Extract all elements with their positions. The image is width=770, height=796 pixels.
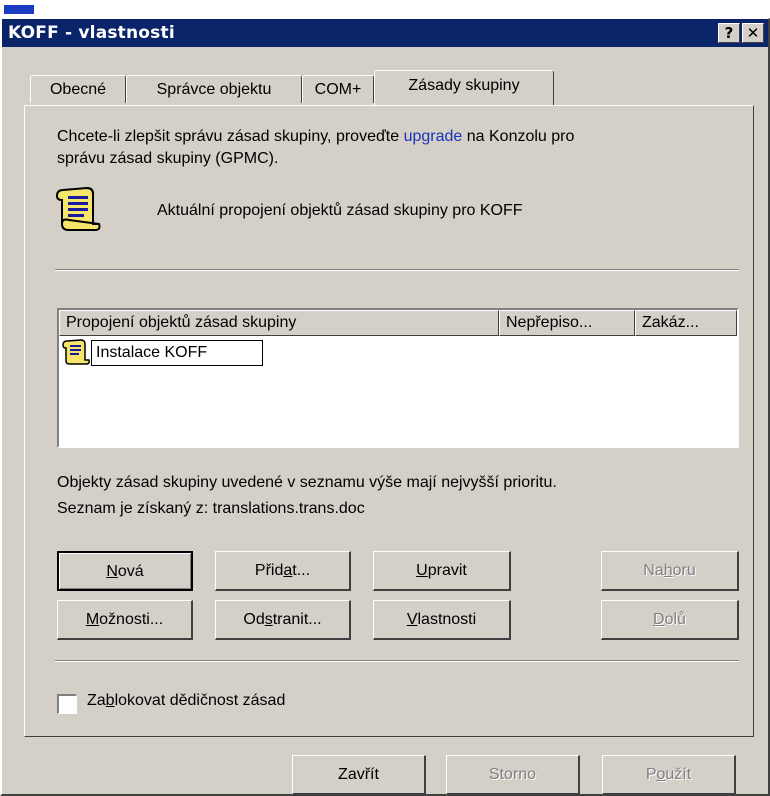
help-button[interactable]: ? — [718, 23, 740, 43]
add-button[interactable]: Přidat... — [215, 551, 351, 591]
current-links-heading: Aktuální propojení objektů zásad skupiny… — [157, 202, 523, 219]
column-header-no-override[interactable]: Nepřepiso... — [499, 310, 635, 336]
apply-button[interactable]: Použít — [602, 755, 736, 795]
taskbar-mark — [4, 5, 34, 14]
tab-group-policy[interactable]: Zásady skupiny — [374, 70, 554, 105]
column-header-disabled[interactable]: Zakáz... — [635, 310, 737, 336]
properties-dialog: KOFF - vlastnosti ? ✕ Obecné Správce obj… — [0, 18, 770, 796]
group-policy-panel: Chcete-li zlepšit správu zásad skupiny, … — [24, 105, 754, 737]
top-strip — [0, 0, 770, 18]
priority-line: Objekty zásad skupiny uvedené v seznamu … — [57, 474, 557, 491]
upgrade-link[interactable]: upgrade — [404, 128, 463, 145]
tab-com-plus[interactable]: COM+ — [302, 75, 374, 103]
move-down-button[interactable]: Dolů — [601, 600, 739, 640]
new-button[interactable]: Nová — [57, 551, 193, 591]
intro-text-start: Chcete-li zlepšit správu zásad skupiny, … — [57, 128, 404, 145]
gpo-scroll-icon — [61, 338, 91, 366]
close-button[interactable]: Zavřít — [292, 755, 426, 795]
tab-object-owner[interactable]: Správce objektu — [126, 75, 302, 103]
title-bar[interactable]: KOFF - vlastnosti ? ✕ — [2, 19, 768, 47]
priority-info: Objekty zásad skupiny uvedené v seznamu … — [57, 470, 557, 522]
intro-text-end: na Konzolu pro — [462, 128, 575, 145]
window-title: KOFF - vlastnosti — [8, 23, 175, 43]
block-inheritance-checkbox[interactable] — [57, 694, 77, 714]
options-button[interactable]: Možnosti... — [57, 600, 193, 640]
gpmc-upgrade-notice: Chcete-li zlepšit správu zásad skupiny, … — [57, 126, 737, 170]
delete-button[interactable]: Odstranit... — [215, 600, 351, 640]
gpo-link-name[interactable]: Instalace KOFF — [91, 340, 263, 366]
group-policy-scroll-icon — [53, 184, 103, 232]
move-up-button[interactable]: Nahoru — [601, 551, 739, 591]
column-header-gpo-links[interactable]: Propojení objektů zásad skupiny — [59, 310, 499, 336]
gpo-links-list[interactable]: Propojení objektů zásad skupiny Nepřepis… — [57, 308, 739, 448]
source-line: Seznam je získaný z: translations.trans.… — [57, 500, 365, 517]
block-inheritance-label[interactable]: Zablokovat dědičnost zásad — [87, 692, 285, 710]
close-window-button[interactable]: ✕ — [742, 23, 764, 43]
tab-general[interactable]: Obecné — [30, 75, 126, 103]
cancel-button[interactable]: Storno — [446, 755, 580, 795]
separator — [55, 660, 739, 662]
properties-button[interactable]: Vlastnosti — [373, 600, 511, 640]
edit-button[interactable]: Upravit — [373, 551, 511, 591]
intro-text-line2: správu zásad skupiny (GPMC). — [57, 150, 279, 167]
separator — [55, 269, 739, 271]
